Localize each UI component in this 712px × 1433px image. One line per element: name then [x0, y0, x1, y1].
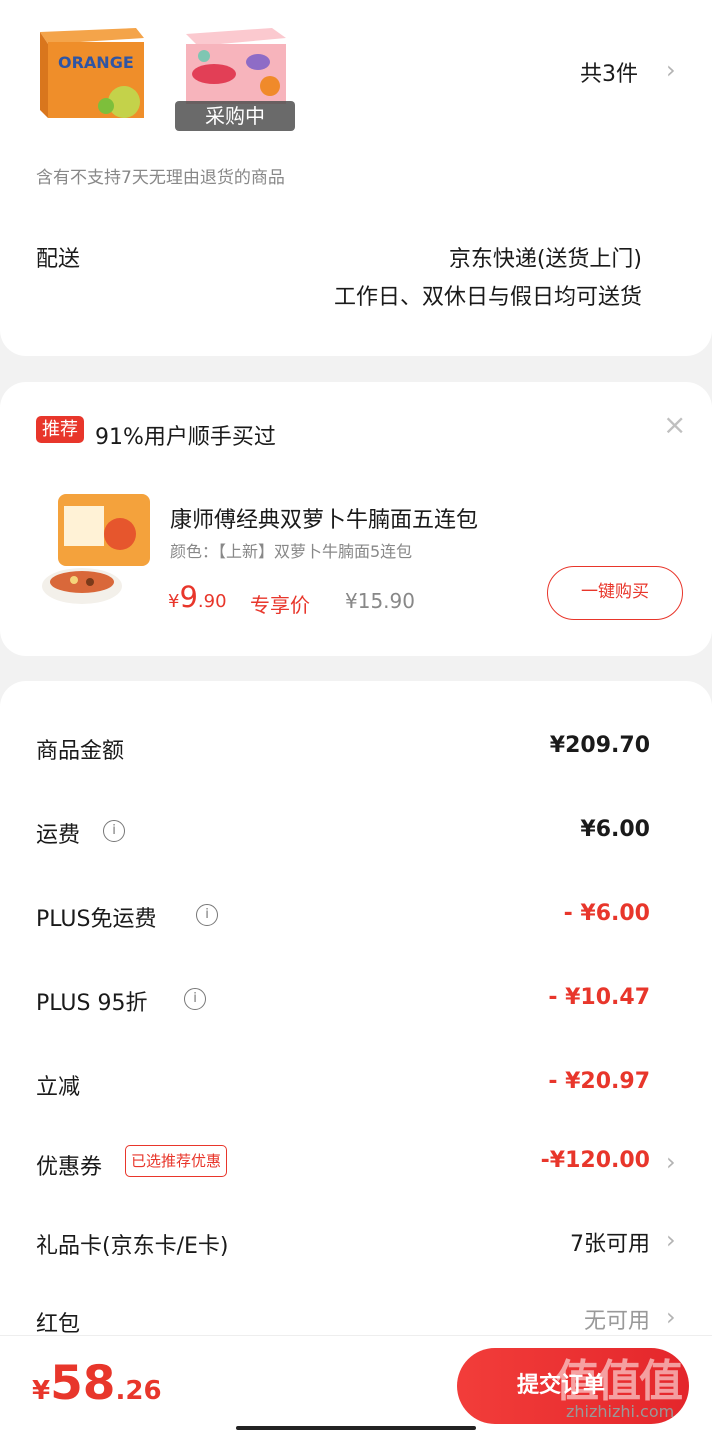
svg-text:ORANGE: ORANGE: [58, 53, 134, 72]
watermark-logo: 值值值: [555, 1356, 683, 1407]
red-packet-value[interactable]: 无可用: [584, 1303, 650, 1335]
info-icon[interactable]: i: [184, 988, 206, 1010]
shipping-value: ¥6.00: [580, 817, 650, 842]
gift-card-value[interactable]: 7张可用: [570, 1226, 650, 1258]
chevron-right-icon[interactable]: ›: [666, 1148, 676, 1176]
coupon-value[interactable]: -¥120.00: [541, 1148, 650, 1173]
exclusive-price-label: 专享价: [250, 593, 310, 617]
instant-discount-value: - ¥20.97: [548, 1069, 650, 1094]
plus-free-shipping-value: - ¥6.00: [563, 901, 650, 926]
purchasing-badge: 采购中: [175, 101, 295, 131]
chevron-right-icon[interactable]: ›: [666, 56, 676, 84]
subtotal-label: 商品金额: [36, 739, 125, 764]
plus-free-shipping-label: PLUS免运费: [36, 907, 157, 932]
red-packet-label[interactable]: 红包: [36, 1306, 80, 1338]
original-price: ¥15.90: [345, 589, 415, 613]
chevron-right-icon[interactable]: ›: [666, 1303, 676, 1331]
chevron-right-icon[interactable]: ›: [666, 1226, 676, 1254]
product-thumbnail-orange-box[interactable]: ORANGE: [36, 22, 148, 122]
recommend-tag: 推荐: [36, 416, 84, 443]
close-icon[interactable]: ×: [663, 410, 686, 440]
delivery-label: 配送: [36, 247, 81, 272]
recommend-headline: 91%用户顺手买过: [95, 425, 276, 450]
info-icon[interactable]: i: [196, 904, 218, 926]
return-policy-note: 含有不支持7天无理由退货的商品: [36, 168, 285, 188]
shipping-label: 运费: [36, 823, 81, 848]
plus-discount-value: - ¥10.47: [548, 985, 650, 1010]
recommended-coupon-badge: 已选推荐优惠: [125, 1145, 228, 1177]
delivery-method[interactable]: 京东快递(送货上门): [449, 241, 642, 273]
home-indicator[interactable]: [236, 1426, 476, 1430]
recommend-product-title[interactable]: 康师傅经典双萝卜牛腩面五连包: [170, 502, 478, 534]
instant-discount-label: 立减: [36, 1075, 81, 1100]
plus-discount-label: PLUS 95折: [36, 991, 148, 1016]
delivery-schedule[interactable]: 工作日、双休日与假日均可送货: [334, 279, 642, 311]
order-total: ¥58.26: [32, 1356, 162, 1411]
watermark-url: zhizhizhi.com: [566, 1402, 675, 1421]
gift-card-label[interactable]: 礼品卡(京东卡/E卡): [36, 1228, 228, 1260]
subtotal-value: ¥209.70: [549, 733, 650, 758]
noodle-pack-image[interactable]: [38, 490, 156, 608]
recommend-price: ¥9.90: [168, 580, 227, 614]
coupon-label[interactable]: 优惠券: [36, 1149, 102, 1181]
recommend-product-spec: 颜色：【上新】双萝卜牛腩面5连包: [170, 542, 413, 561]
item-count[interactable]: 共3件: [580, 56, 638, 88]
info-icon[interactable]: i: [103, 820, 125, 842]
one-click-buy-button[interactable]: 一键购买: [547, 566, 683, 620]
